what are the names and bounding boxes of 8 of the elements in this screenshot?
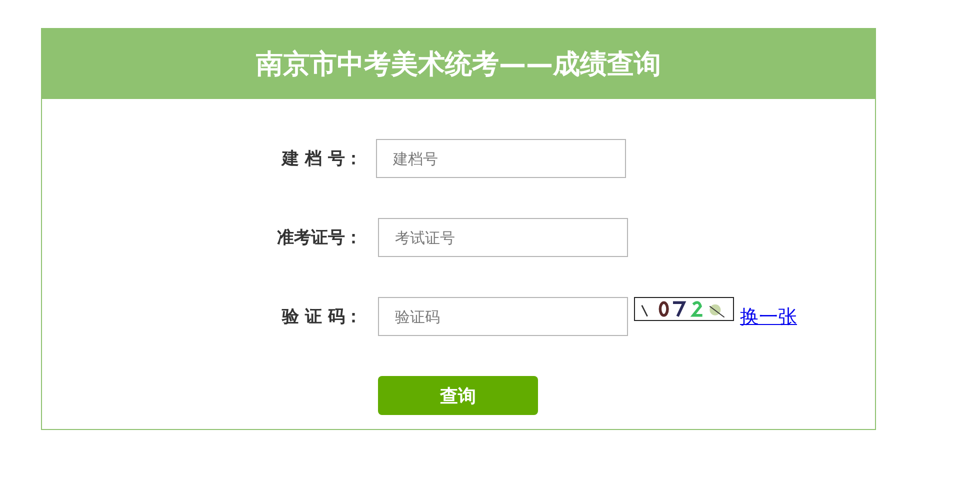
input-field[interactable]: 验证码 <box>378 297 628 336</box>
field-label: 验 证 码： <box>280 306 362 328</box>
page-title: 南京市中考美术统考——成绩查询 <box>256 48 661 82</box>
field-label: 准考证号： <box>276 227 362 249</box>
input-field[interactable]: 考试证号 <box>378 218 628 257</box>
refresh-link[interactable]: 换一张 <box>740 304 797 330</box>
field-label: 建 档 号： <box>280 148 362 170</box>
input-field[interactable]: 建档号 <box>376 139 626 178</box>
